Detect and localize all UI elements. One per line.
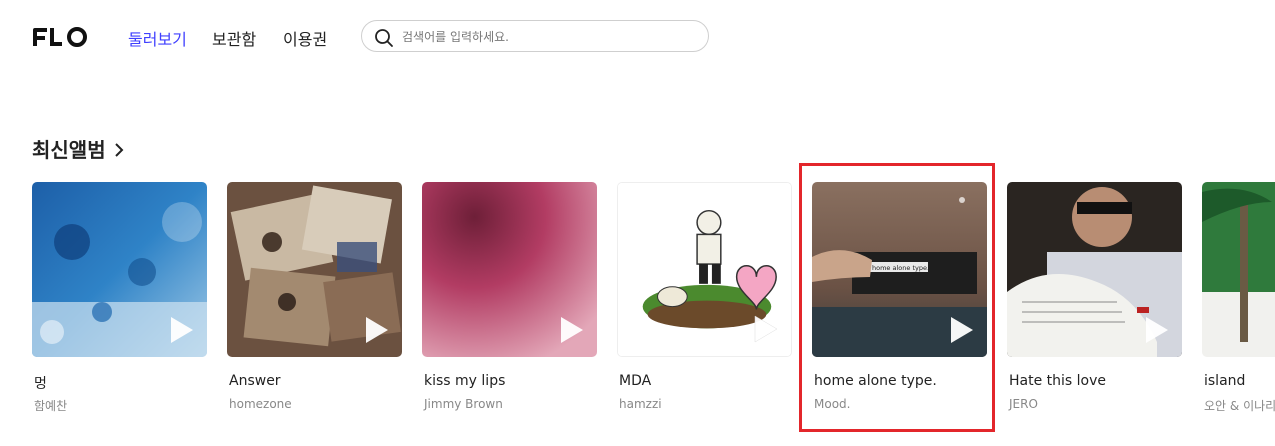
- search-bar[interactable]: [361, 20, 709, 52]
- album-cover[interactable]: [422, 182, 597, 357]
- album-artist[interactable]: 오안 & 이나리: [1204, 397, 1275, 414]
- album-card[interactable]: Hate this love JERO: [1007, 182, 1182, 411]
- flo-page: 둘러보기 보관함 이용권 최신앨범: [0, 0, 1275, 446]
- flo-logo[interactable]: [31, 26, 89, 48]
- play-icon[interactable]: [559, 315, 585, 345]
- album-title[interactable]: kiss my lips: [424, 373, 505, 389]
- album-art: [1202, 182, 1275, 357]
- album-artist[interactable]: 함예찬: [34, 397, 67, 414]
- search-icon[interactable]: [374, 28, 394, 48]
- album-cover[interactable]: [1202, 182, 1275, 357]
- album-artist[interactable]: Jimmy Brown: [424, 397, 503, 411]
- nav-subscription[interactable]: 이용권: [283, 26, 327, 50]
- album-title[interactable]: island: [1204, 373, 1245, 389]
- album-card[interactable]: 멍 함예찬: [32, 182, 207, 413]
- play-icon[interactable]: [1144, 315, 1170, 345]
- play-icon[interactable]: [949, 315, 975, 345]
- search-input[interactable]: [400, 26, 694, 48]
- nav-library[interactable]: 보관함: [212, 26, 256, 50]
- play-icon[interactable]: [753, 314, 779, 344]
- album-title[interactable]: MDA: [619, 373, 651, 389]
- section-title: 최신앨범: [32, 138, 106, 162]
- album-card[interactable]: Answer homezone: [227, 182, 402, 411]
- cover-label-text: home alone type.: [872, 264, 929, 272]
- album-cover[interactable]: [227, 182, 402, 357]
- chevron-right-icon: [114, 142, 124, 157]
- album-cover[interactable]: home alone type.: [812, 182, 987, 357]
- section-latest-albums[interactable]: 최신앨범: [32, 134, 124, 163]
- album-card[interactable]: home alone type. home alone type. Mood.: [812, 182, 987, 411]
- album-artist[interactable]: hamzzi: [619, 397, 662, 411]
- album-cover[interactable]: [617, 182, 792, 357]
- album-title[interactable]: 멍: [34, 373, 47, 393]
- album-cover[interactable]: [1007, 182, 1182, 357]
- album-card[interactable]: kiss my lips Jimmy Brown: [422, 182, 597, 411]
- album-card[interactable]: MDA hamzzi: [617, 182, 792, 411]
- play-icon[interactable]: [364, 315, 390, 345]
- album-artist[interactable]: homezone: [229, 397, 292, 411]
- album-cover[interactable]: [32, 182, 207, 357]
- album-title[interactable]: home alone type.: [814, 373, 937, 389]
- album-title[interactable]: Hate this love: [1009, 373, 1106, 389]
- album-artist[interactable]: Mood.: [814, 397, 850, 411]
- album-artist[interactable]: JERO: [1009, 397, 1038, 411]
- album-card[interactable]: island 오안 & 이나리: [1202, 182, 1275, 413]
- play-icon[interactable]: [169, 315, 195, 345]
- album-title[interactable]: Answer: [229, 373, 281, 389]
- nav-browse[interactable]: 둘러보기: [128, 26, 187, 50]
